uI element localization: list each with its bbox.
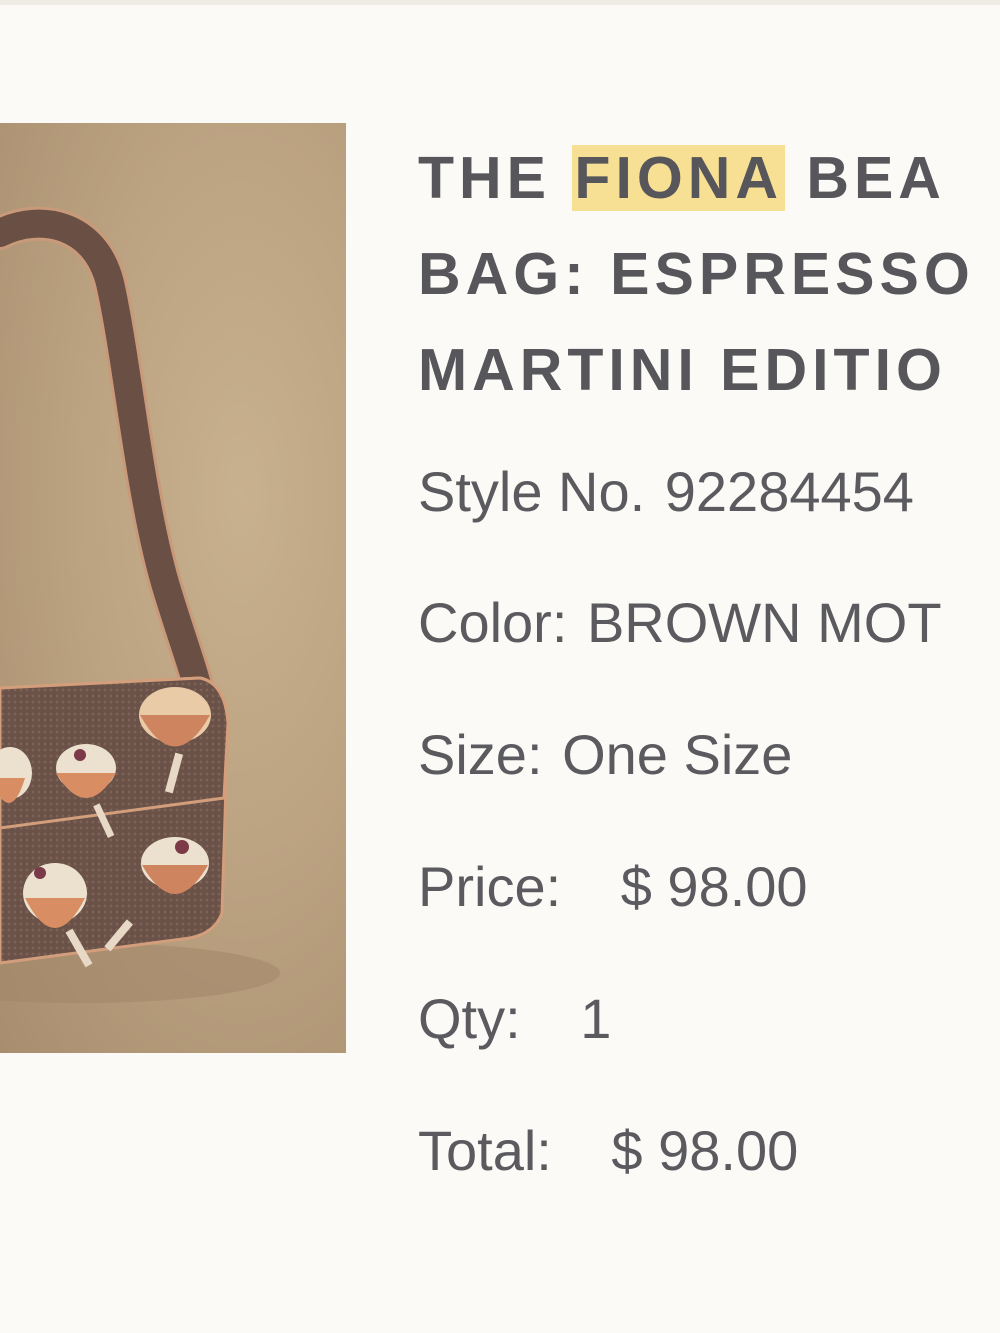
price-label: Price: [418, 855, 562, 918]
style-number-value: 92284454 [664, 460, 914, 523]
price-value: $ 98.00 [620, 855, 808, 918]
style-number-row: Style No. 92284454 [418, 460, 914, 524]
color-row: Color: BROWN MOT [418, 591, 942, 655]
beaded-bag-image [0, 206, 280, 1003]
size-label: Size: [418, 723, 543, 786]
size-row: Size: One Size [418, 723, 792, 787]
product-image[interactable] [0, 123, 346, 1053]
quantity-label: Qty: [418, 987, 521, 1050]
quantity-value: 1 [580, 987, 612, 1050]
color-value: BROWN MOT [586, 591, 942, 654]
total-label: Total: [418, 1119, 552, 1182]
total-row: Total: $ 98.00 [418, 1119, 798, 1183]
quantity-row: Qty: 1 [418, 987, 611, 1051]
total-value: $ 98.00 [611, 1119, 799, 1182]
style-number-label: Style No. [418, 460, 646, 523]
order-fields: Style No. 92284454 Color: BROWN MOT Size… [418, 0, 1000, 1333]
color-label: Color: [418, 591, 568, 654]
price-row: Price: $ 98.00 [418, 855, 808, 919]
size-value: One Size [562, 723, 793, 786]
